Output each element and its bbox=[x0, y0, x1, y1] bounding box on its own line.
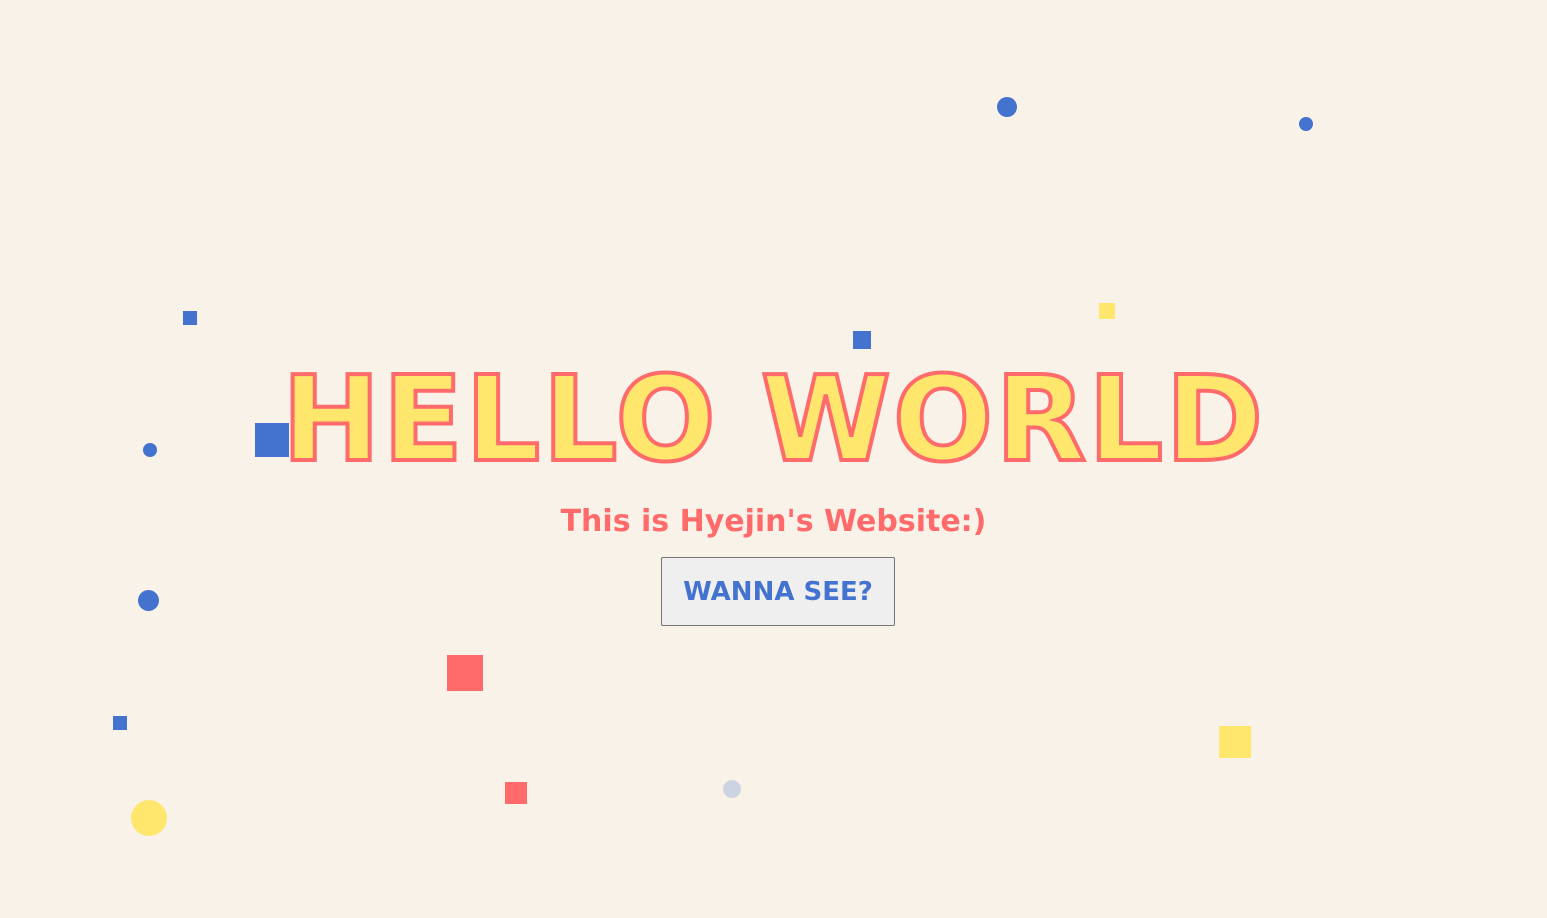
hero-title: HELLO WORLD bbox=[280, 350, 1266, 488]
confetti-square bbox=[1219, 726, 1251, 758]
confetti-circle bbox=[138, 590, 159, 611]
confetti-circle bbox=[997, 97, 1017, 117]
confetti-circle bbox=[723, 780, 741, 798]
confetti-square bbox=[1099, 303, 1115, 319]
confetti-circle bbox=[131, 800, 167, 836]
confetti-square bbox=[113, 716, 127, 730]
wanna-see-button[interactable]: WANNA SEE? bbox=[661, 557, 895, 626]
hero-section: HELLO WORLD bbox=[0, 350, 1547, 488]
confetti-square bbox=[853, 331, 871, 349]
confetti-square bbox=[505, 782, 527, 804]
confetti-circle bbox=[1299, 117, 1313, 131]
hero-subtitle: This is Hyejin's Website:) bbox=[560, 504, 987, 539]
confetti-square bbox=[183, 311, 197, 325]
confetti-square bbox=[447, 655, 483, 691]
